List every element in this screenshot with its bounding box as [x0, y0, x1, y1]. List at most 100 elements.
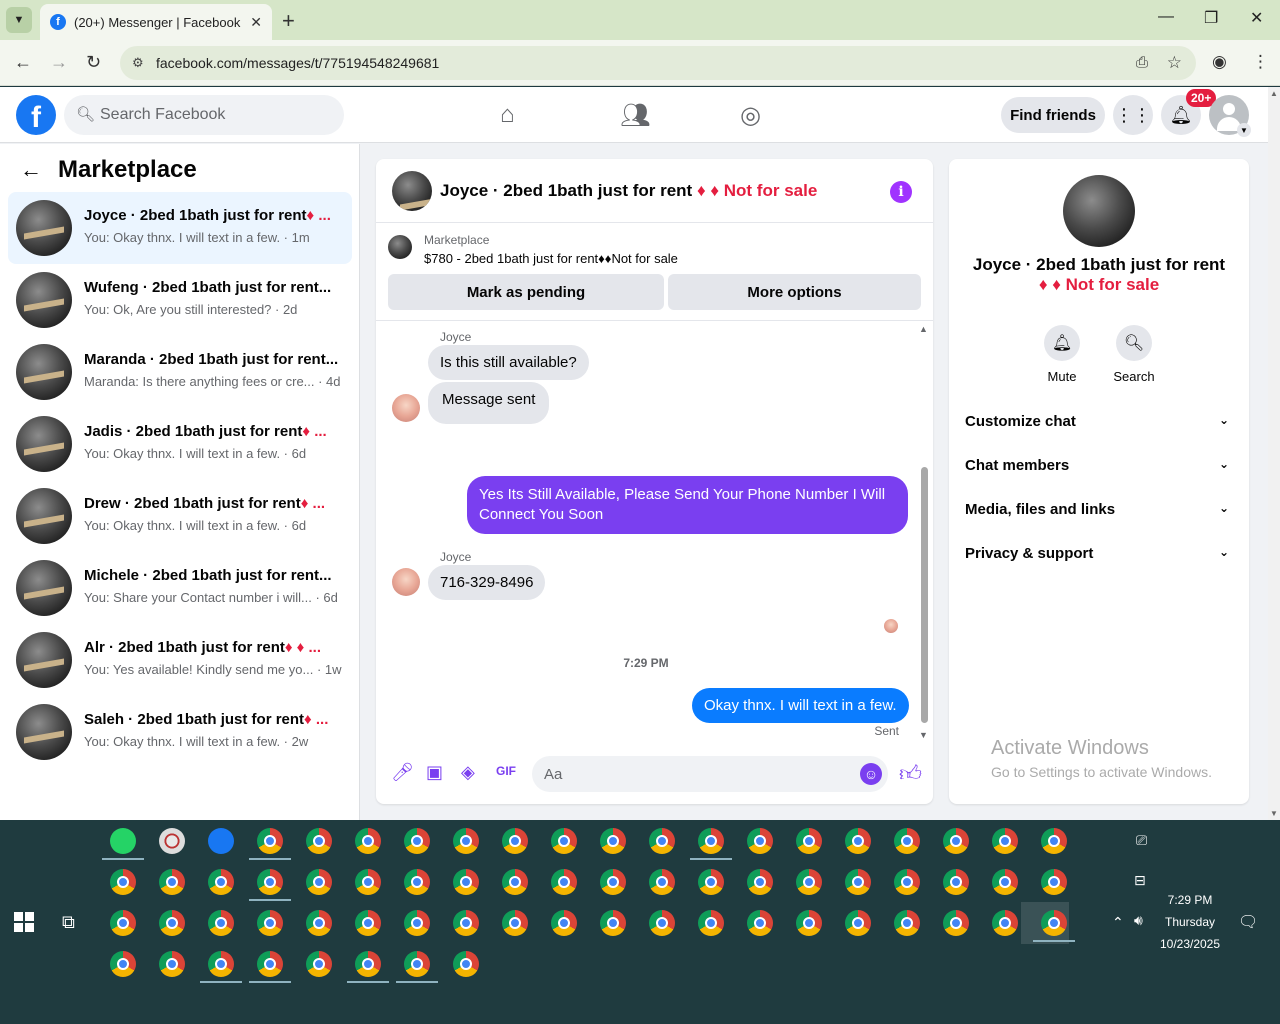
- chrome-profile-icon[interactable]: [355, 951, 381, 977]
- search-conversation-button[interactable]: 🔍︎ Search: [1104, 325, 1164, 384]
- chrome-profile-icon[interactable]: [404, 951, 430, 977]
- windows-start-icon[interactable]: [14, 912, 34, 932]
- chrome-profile-icon[interactable]: [453, 910, 479, 936]
- install-app-icon[interactable]: ⎙: [1136, 54, 1148, 71]
- chrome-profile-icon[interactable]: [306, 869, 332, 895]
- chrome-profile-icon[interactable]: [943, 869, 969, 895]
- clock-day[interactable]: Thursday: [1158, 915, 1222, 929]
- chrome-profile-icon[interactable]: [1041, 910, 1067, 936]
- chrome-profile-icon[interactable]: [306, 910, 332, 936]
- chrome-profile-icon[interactable]: [110, 910, 136, 936]
- chrome-profile-icon[interactable]: [649, 869, 675, 895]
- contact-avatar[interactable]: [1063, 175, 1135, 247]
- chrome-profile-icon[interactable]: [698, 910, 724, 936]
- sticker-icon[interactable]: ◈: [461, 762, 475, 783]
- address-bar[interactable]: ⚙ facebook.com/messages/t/77519454824968…: [120, 46, 1196, 80]
- chrome-profile-icon[interactable]: [943, 828, 969, 854]
- whatsapp-icon[interactable]: [110, 828, 136, 854]
- chrome-profile-icon[interactable]: [404, 910, 430, 936]
- chat-avatar[interactable]: [392, 171, 432, 211]
- message-bubble-incoming[interactable]: Message sent: [428, 382, 550, 424]
- message-bubble-incoming[interactable]: 716-329-8496: [428, 565, 546, 600]
- app-icon[interactable]: [159, 828, 185, 854]
- restore-button[interactable]: ❐: [1204, 8, 1218, 28]
- chrome-profile-icon[interactable]: [257, 910, 283, 936]
- chat-scrollbar[interactable]: ▲ ▼: [918, 322, 930, 742]
- task-view-icon[interactable]: ⧉: [62, 912, 75, 933]
- more-options-button[interactable]: More options: [668, 274, 921, 310]
- microphone-icon[interactable]: 🎤︎: [391, 762, 414, 783]
- chrome-profile-icon[interactable]: [257, 828, 283, 854]
- account-avatar[interactable]: ▼: [1209, 95, 1251, 137]
- show-hidden-icons-chevron[interactable]: ⌃: [1112, 914, 1124, 931]
- photo-icon[interactable]: ▣: [426, 762, 443, 783]
- chrome-profile-icon[interactable]: [110, 951, 136, 977]
- chrome-profile-icon[interactable]: [600, 869, 626, 895]
- chrome-profile-icon[interactable]: [1041, 828, 1067, 854]
- customize-chat-section[interactable]: Customize chat ⌄: [965, 413, 1233, 430]
- listing-thumbnail[interactable]: [388, 235, 412, 259]
- find-friends-button[interactable]: Find friends: [1001, 97, 1105, 133]
- back-arrow-icon[interactable]: ←: [20, 157, 42, 183]
- message-bubble-outgoing[interactable]: Yes Its Still Available, Please Send You…: [467, 476, 908, 534]
- chrome-profile-icon[interactable]: [355, 910, 381, 936]
- chrome-profile-icon[interactable]: [453, 951, 479, 977]
- clock-time[interactable]: 7:29 PM: [1158, 893, 1222, 907]
- chrome-profile-icon[interactable]: [502, 828, 528, 854]
- chrome-profile-icon[interactable]: [1041, 869, 1067, 895]
- chrome-profile-icon[interactable]: [110, 869, 136, 895]
- chrome-profile-icon[interactable]: [845, 869, 871, 895]
- chrome-profile-icon[interactable]: [453, 828, 479, 854]
- chrome-profile-icon[interactable]: [845, 910, 871, 936]
- chrome-profile-icon[interactable]: [698, 869, 724, 895]
- sender-avatar[interactable]: [392, 394, 420, 422]
- message-bubble-outgoing[interactable]: Okay thnx. I will text in a few.: [692, 688, 909, 723]
- page-scrollbar[interactable]: ▲ ▼: [1268, 87, 1280, 820]
- chrome-profile-icon[interactable]: [796, 828, 822, 854]
- chrome-profile-icon[interactable]: [698, 828, 724, 854]
- chrome-profile-icon[interactable]: [502, 910, 528, 936]
- tab-search-dropdown[interactable]: ▼: [6, 7, 32, 33]
- menu-grid-icon[interactable]: ⋮⋮: [1113, 95, 1153, 135]
- chrome-menu-icon[interactable]: ⋮: [1252, 52, 1269, 72]
- chrome-profile-icon[interactable]: [796, 910, 822, 936]
- conversation-item[interactable]: Saleh · 2bed 1bath just for rent♦ ... You…: [8, 696, 352, 768]
- conversation-item[interactable]: Wufeng · 2bed 1bath just for rent... You:…: [8, 264, 352, 336]
- notification-center-icon[interactable]: 🗨︎: [1238, 912, 1258, 932]
- bookmark-star-icon[interactable]: ☆: [1167, 53, 1182, 73]
- facebook-icon[interactable]: [208, 828, 234, 854]
- chrome-profile-icon[interactable]: [355, 869, 381, 895]
- new-tab-button[interactable]: +: [282, 8, 295, 34]
- home-icon[interactable]: ⌂: [500, 101, 515, 129]
- chrome-profile-icon[interactable]: [992, 869, 1018, 895]
- chrome-profile-icon[interactable]: [355, 828, 381, 854]
- chrome-profile-icon[interactable]: [306, 828, 332, 854]
- conversation-item[interactable]: Alr · 2bed 1bath just for rent♦ ♦ ... You…: [8, 624, 352, 696]
- chrome-profile-icon[interactable]: [747, 910, 773, 936]
- chrome-profile-icon[interactable]: [894, 828, 920, 854]
- sender-avatar[interactable]: [392, 568, 420, 596]
- chrome-profile-icon[interactable]: [159, 951, 185, 977]
- chrome-profile-icon[interactable]: [943, 910, 969, 936]
- clock-date[interactable]: 10/23/2025: [1158, 937, 1222, 951]
- chrome-profile-icon[interactable]: [992, 828, 1018, 854]
- gif-icon[interactable]: GIF: [496, 764, 516, 778]
- chrome-profile-icon[interactable]: [404, 828, 430, 854]
- close-window-button[interactable]: ✕: [1250, 8, 1263, 28]
- emoji-icon[interactable]: ☺: [860, 763, 882, 785]
- minimize-button[interactable]: —: [1158, 8, 1174, 26]
- chrome-profile-icon[interactable]: [649, 828, 675, 854]
- chrome-profile-icon[interactable]: [796, 869, 822, 895]
- conversation-item[interactable]: Michele · 2bed 1bath just for rent... You…: [8, 552, 352, 624]
- chrome-profile-icon[interactable]: [551, 828, 577, 854]
- listing-price[interactable]: $780 - 2bed 1bath just for rent♦♦Not for…: [424, 251, 678, 266]
- site-info-icon[interactable]: ⚙: [132, 55, 144, 71]
- message-input[interactable]: Aa ☺: [532, 756, 888, 792]
- chrome-profile-icon[interactable]: [992, 910, 1018, 936]
- media-files-links-section[interactable]: Media, files and links ⌄: [965, 501, 1233, 518]
- chat-members-section[interactable]: Chat members ⌄: [965, 457, 1233, 474]
- chrome-profile-icon[interactable]: [306, 951, 332, 977]
- friends-icon[interactable]: 👥︎: [620, 101, 650, 130]
- privacy-support-section[interactable]: Privacy & support ⌄: [965, 545, 1233, 562]
- chrome-profile-icon[interactable]: [600, 828, 626, 854]
